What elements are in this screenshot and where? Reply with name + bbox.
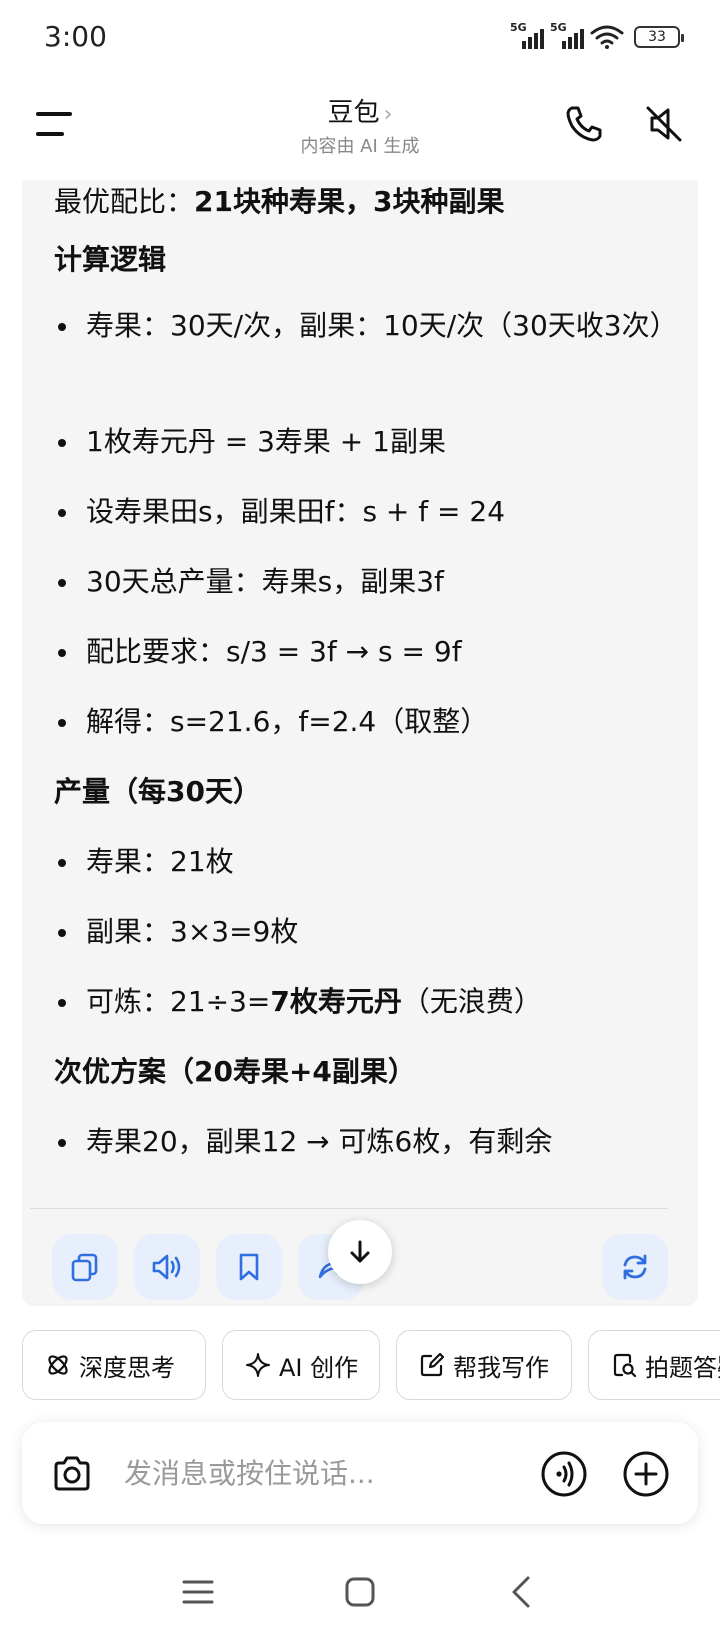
- sparkle-icon: [246, 1353, 270, 1377]
- ai-disclaimer: 内容由 AI 生成: [300, 136, 420, 157]
- list-item: 设寿果田s，副果田f：s + f = 24: [54, 488, 674, 536]
- message-input[interactable]: [124, 1448, 524, 1498]
- status-time: 3:00: [44, 20, 107, 53]
- list-item: 寿果20，副果12 → 可炼6枚，有剩余: [54, 1118, 674, 1166]
- copy-icon: [71, 1253, 98, 1282]
- list-item: 30天总产量：寿果s，副果3f: [54, 558, 674, 606]
- heading-alternative: 次优方案（20寿果+4副果）: [54, 1055, 416, 1088]
- atom-icon: [48, 1355, 68, 1375]
- status-bar: 3:00 5G 5G 33: [0, 0, 720, 80]
- menu-lines-icon: [182, 1580, 214, 1604]
- bookmark-button[interactable]: [216, 1234, 282, 1300]
- chip-deep-thinking[interactable]: 深度思考: [22, 1330, 206, 1400]
- regenerate-button[interactable]: [602, 1234, 668, 1300]
- voice-wave-icon: [541, 1451, 587, 1497]
- home-button[interactable]: [338, 1570, 382, 1614]
- camera-icon: [54, 1456, 90, 1491]
- quick-action-chips: 深度思考 AI 创作 帮我写作 拍题答疑: [22, 1330, 720, 1400]
- system-nav-bar: [0, 1560, 720, 1640]
- network-type-label: 5G: [550, 21, 567, 34]
- voice-call-button[interactable]: [540, 1450, 588, 1498]
- chat-header: 豆包 › 内容由 AI 生成: [0, 80, 720, 180]
- chevron-right-icon: ›: [383, 102, 393, 127]
- chip-ai-create[interactable]: AI 创作: [222, 1330, 380, 1400]
- list-item: 寿果：21枚: [54, 838, 674, 886]
- back-button[interactable]: [500, 1570, 544, 1614]
- edit-icon: [420, 1352, 445, 1377]
- optimal-ratio-line: 最优配比：21块种寿果，3块种副果: [54, 185, 505, 218]
- list-item: 寿果：30天/次，副果：10天/次（30天收3次）: [54, 302, 678, 350]
- list-item: 配比要求：s/3 = 3f → s = 9f: [54, 628, 674, 676]
- speaker-muted-icon: [646, 106, 682, 142]
- camera-button[interactable]: [50, 1452, 94, 1496]
- chip-help-write[interactable]: 帮我写作: [396, 1330, 572, 1400]
- add-attachment-button[interactable]: [622, 1450, 670, 1498]
- phone-call-button[interactable]: [562, 102, 606, 146]
- chevron-left-icon: [512, 1576, 530, 1608]
- read-aloud-button[interactable]: [134, 1234, 200, 1300]
- list-item: 可炼：21÷3=7枚寿元丹（无浪费）: [54, 978, 674, 1026]
- scan-doc-icon: [613, 1353, 637, 1378]
- phone-icon: [566, 106, 602, 142]
- status-icons: 5G 5G 33: [510, 21, 684, 50]
- message-composer: [22, 1422, 698, 1524]
- network-type-label: 5G: [510, 21, 527, 34]
- chat-title-text: 豆包: [327, 98, 380, 128]
- wifi-icon: [590, 25, 624, 49]
- list-item: 1枚寿元丹 = 3寿果 + 1副果: [54, 418, 674, 466]
- heading-output: 产量（每30天）: [54, 775, 261, 808]
- speaker-icon: [152, 1254, 181, 1280]
- refresh-icon: [623, 1254, 647, 1280]
- divider: [30, 1208, 668, 1209]
- recent-apps-button[interactable]: [176, 1570, 220, 1614]
- heading-logic: 计算逻辑: [54, 243, 167, 276]
- home-square-icon: [345, 1577, 375, 1607]
- list-item: 解得：s=21.6，f=2.4（取整）: [54, 698, 674, 746]
- copy-button[interactable]: [52, 1234, 118, 1300]
- cellular-signal-icon: 5G: [510, 21, 544, 49]
- plus-icon: [623, 1451, 669, 1497]
- bookmark-icon: [239, 1253, 259, 1281]
- scroll-to-bottom-button[interactable]: [328, 1220, 392, 1284]
- arrow-down-icon: [350, 1240, 370, 1263]
- cellular-signal-icon: 5G: [550, 21, 584, 49]
- list-item: 副果：3×3=9枚: [54, 908, 674, 956]
- mute-speaker-button[interactable]: [642, 102, 686, 146]
- chip-photo-question[interactable]: 拍题答疑: [588, 1330, 720, 1400]
- ai-message-card: 最优配比：21块种寿果，3块种副果 计算逻辑 寿果：30天/次，副果：10天/次…: [22, 180, 698, 1306]
- battery-icon: 33: [634, 26, 684, 48]
- chat-title[interactable]: 豆包 ›: [0, 92, 720, 129]
